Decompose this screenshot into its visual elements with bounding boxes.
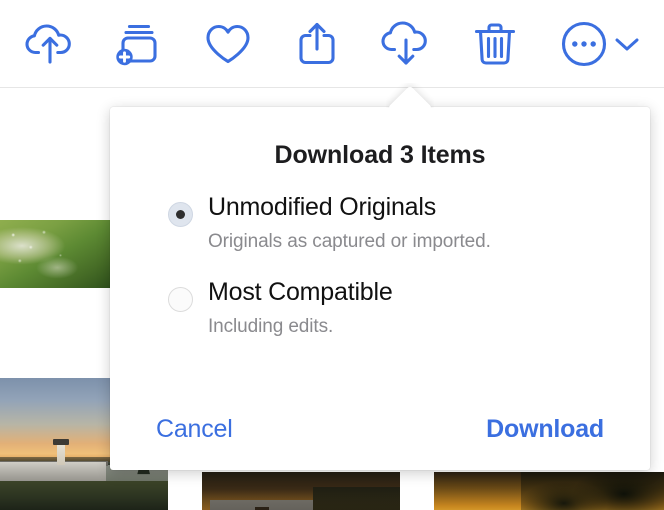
thumbnail-guardrail-sunset[interactable]: [434, 472, 664, 510]
cloud-download-icon[interactable]: [378, 16, 434, 72]
popover-actions: Cancel Download: [110, 413, 650, 446]
cloud-upload-icon[interactable]: [22, 16, 78, 72]
download-options-popover: Download 3 Items Unmodified Originals Or…: [110, 107, 650, 470]
option-label: Most Compatible: [208, 278, 393, 306]
ellipsis-circle-icon[interactable]: [556, 16, 612, 72]
option-description: Including edits.: [208, 316, 334, 337]
option-label: Unmodified Originals: [208, 193, 437, 221]
chevron-down-icon[interactable]: [612, 16, 642, 72]
trash-icon[interactable]: [467, 16, 523, 72]
option-text: Most Compatible Including edits.: [208, 280, 650, 338]
thumb-grass: [0, 480, 168, 510]
thumbnail-blossom-aerial[interactable]: [0, 220, 110, 288]
thumb-tower: [52, 438, 69, 466]
option-description: Originals as captured or imported.: [208, 231, 491, 252]
more-options-group: [556, 16, 642, 72]
option-most-compatible[interactable]: Most Compatible Including edits.: [110, 280, 650, 338]
popover-arrow: [386, 83, 434, 108]
thumbnail-dark-building[interactable]: [202, 472, 400, 510]
selection-toolbar: [0, 0, 664, 88]
radio-unmodified-originals[interactable]: [168, 202, 193, 227]
photos-app-window: Download 3 Items Unmodified Originals Or…: [0, 0, 664, 510]
option-unmodified-originals[interactable]: Unmodified Originals Originals as captur…: [110, 195, 650, 253]
option-text: Unmodified Originals Originals as captur…: [208, 195, 650, 253]
thumb-foliage: [521, 472, 664, 510]
popover-title: Download 3 Items: [274, 141, 486, 169]
download-format-radio-group: Unmodified Originals Originals as captur…: [110, 170, 650, 338]
cancel-button[interactable]: Cancel: [152, 413, 237, 446]
download-button[interactable]: Download: [482, 413, 608, 446]
radio-most-compatible[interactable]: [168, 287, 193, 312]
share-icon[interactable]: [289, 16, 345, 72]
thumb-trees: [312, 487, 400, 510]
add-to-album-icon[interactable]: [111, 16, 167, 72]
heart-icon[interactable]: [200, 16, 256, 72]
